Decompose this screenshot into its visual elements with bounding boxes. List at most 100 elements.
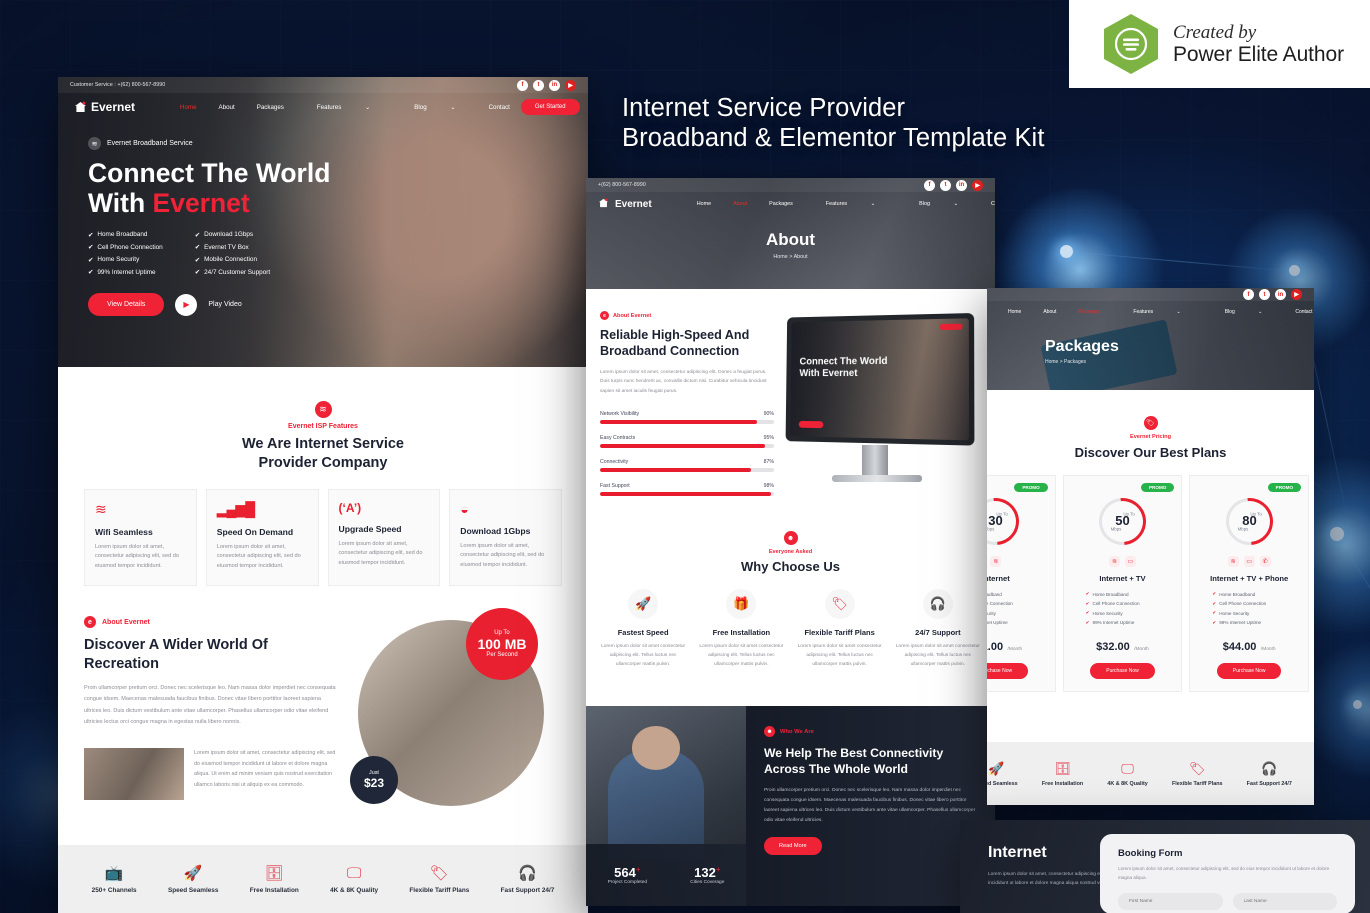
nav-item-blog[interactable]: Blog ⌄ [392,104,477,111]
nav-item-home[interactable]: Home [169,104,208,111]
home-page-screenshot[interactable]: Customer Service : +(62) 800-567-8990 f … [58,77,588,913]
main-navigation[interactable]: Evernet Home About Packages Features ⌄ B… [58,93,588,121]
booking-page-screenshot[interactable]: Internet Lorem ipsum dolor sit amet, con… [960,820,1370,913]
nav-item-blog[interactable]: Blog ⌄ [897,201,980,207]
feature-card[interactable]: ▂▄▆█ Speed On Demand Lorem ipsum dolor s… [205,488,319,587]
monitor-screen: Connect The World With Evernet [790,318,970,441]
list-item: ✔ Mobile Connection [194,256,258,264]
linkedin-icon[interactable]: in [549,79,560,91]
brand-logo[interactable]: Evernet [598,198,652,210]
booking-form-card[interactable]: Booking Form Lorem ipsum dolor sit amet,… [1100,834,1355,913]
twitter-icon[interactable]: t [533,79,544,91]
pricing-card[interactable]: PROMO Up To 50 Mbps ≋ ▭ Internet + TV ✔ H… [1062,475,1183,692]
strip-item[interactable]: 📺 250+ Channels [92,864,137,894]
utility-bar: Customer Service : +(62) 800-567-8990 f … [58,77,588,93]
strip-item[interactable]: 🏷 Flexible Tariff Plans [1172,761,1223,787]
strip-item[interactable]: 🏷 Flexible Tariff Plans [409,864,469,894]
facebook-icon[interactable]: f [1243,289,1254,300]
about-title: Discover A Wider World Of Recreation [84,636,336,673]
breadcrumb[interactable]: Home > Packages [1045,359,1314,365]
twitter-icon[interactable]: t [940,179,951,191]
feature-card-title: Speed On Demand [216,526,294,537]
nav-item-contact[interactable]: Contact [1284,309,1314,315]
breadcrumb-home[interactable]: Home [1045,359,1058,365]
utility-bar: +(62) 800-567-8990 f t in ▶ [586,178,995,192]
packages-page-screenshot[interactable]: f t in ▶ Home About Packages Features ⌄ … [987,288,1314,805]
nav-item-packages[interactable]: Packages [758,201,804,207]
facebook-icon[interactable]: f [924,179,935,191]
breadcrumb-home[interactable]: Home [773,254,787,260]
strip-item[interactable]: 🖵 4K & 8K Quality [1107,761,1147,787]
main-navigation[interactable]: Home About Packages Features ⌄ Blog ⌄ Co… [987,301,1314,323]
main-navigation[interactable]: Evernet Home About Packages Features ⌄ B… [586,192,995,216]
strip-item[interactable]: 🎧 Fast Support 24/7 [501,864,555,894]
social-links[interactable]: f t in ▶ [517,79,576,91]
youtube-icon[interactable]: ▶ [1291,289,1302,300]
booking-form-fields[interactable] [1118,892,1337,910]
why-card-title: Fastest Speed [617,628,669,637]
nav-item-blog[interactable]: Blog ⌄ [1203,309,1285,315]
cast-screen-icon: 🖵 [1121,760,1134,776]
read-more-button[interactable]: Read More [764,837,822,856]
nav-item-home[interactable]: Home [997,309,1032,315]
feature-card[interactable]: ≋ Wifi Seamless Lorem ipsum dolor sit am… [84,488,197,587]
about-title-line-2: Recreation [84,655,159,672]
strip-item[interactable]: 🎧 Fast Support 24/7 [1247,761,1292,787]
first-name-field[interactable] [1118,892,1223,910]
linkedin-icon[interactable]: in [1275,289,1286,300]
nav-item-features[interactable]: Features ⌄ [1111,309,1202,315]
nav-item-about[interactable]: About [1032,309,1067,315]
why-card[interactable]: 🚀 Fastest Speed Lorem ipsum dolor sit am… [596,589,690,669]
play-triangle-icon[interactable]: ▶ [175,293,198,316]
promo-badge: PROMO [1014,483,1048,492]
breadcrumb[interactable]: Home > About [586,254,995,260]
list-item: ✔Home Broadband [1085,591,1129,597]
hero-actions[interactable]: View Details ▶ Play Video [88,293,588,317]
speed-badge: Up To 100 MB Per Second [466,608,538,681]
youtube-icon[interactable]: ▶ [972,179,983,191]
nav-item-contact[interactable]: Contact [980,201,995,207]
linkedin-icon[interactable]: in [956,179,967,191]
pricing-card[interactable]: PROMO Up To 80 Mbps ≋ ▭ ✆ Internet + TV … [1189,475,1310,692]
twitter-icon[interactable]: t [1259,289,1270,300]
social-links[interactable]: f t in ▶ [1243,289,1302,300]
nav-item-packages[interactable]: Packages [1067,309,1111,315]
get-started-button[interactable]: Get Started [520,99,580,115]
strip-item[interactable]: 🚀 Speed Seamless [168,864,218,894]
purchase-now-button[interactable]: Purchase Now [987,662,1029,679]
strip-item[interactable]: 🚀 Speed Seamless [987,761,1018,787]
nav-item-packages[interactable]: Packages [246,104,295,111]
about-page-screenshot[interactable]: +(62) 800-567-8990 f t in ▶ Evernet Home… [586,178,995,906]
strip-item[interactable]: 🖵 4K & 8K Quality [330,865,378,894]
nav-item-features[interactable]: Features ⌄ [295,104,392,111]
last-name-field[interactable] [1232,892,1337,910]
nav-item-home[interactable]: Home [686,201,722,207]
nav-links[interactable]: Home About Packages Features ⌄ Blog ⌄ Co… [169,104,521,111]
nav-item-contact[interactable]: Contact [478,104,521,111]
brand-logo[interactable]: Evernet [74,100,135,114]
facebook-icon[interactable]: f [517,79,528,91]
feature-card[interactable]: ◒ Download 1Gbps Lorem ipsum dolor sit a… [449,488,562,587]
pricing-card[interactable]: PROMO Up To 30 Mbps ≋ Internet ✔Home Bro… [987,475,1056,692]
why-card-title: 24/7 Support [915,628,961,637]
purchase-now-button[interactable]: Purchase Now [1090,662,1155,679]
why-card[interactable]: 🎧 24/7 Support Lorem ipsum dolor sit ame… [891,589,985,669]
about-intro-section: e About Evernet Reliable High-Speed And … [586,289,995,527]
view-details-button[interactable]: View Details [88,293,165,317]
youtube-icon[interactable]: ▶ [565,79,576,91]
nav-links[interactable]: Home About Packages Features ⌄ Blog ⌄ Co… [997,309,1314,315]
evernet-e-icon: e [600,311,609,320]
strip-item[interactable]: 🗄 Free Installation [1042,761,1083,787]
nav-links[interactable]: Home About Packages Features ⌄ Blog ⌄ Co… [686,201,995,207]
banner-title: Packages [1045,338,1119,355]
nav-item-features[interactable]: Features ⌄ [804,201,897,207]
why-card[interactable]: 🎁 Free Installation Lorem ipsum dolor si… [694,589,788,669]
play-video-label[interactable]: Play Video [208,301,241,308]
social-links[interactable]: f t in ▶ [924,179,983,191]
nav-item-about[interactable]: About [208,104,246,111]
nav-item-about[interactable]: About [722,201,758,207]
why-card[interactable]: 🏷 Flexible Tariff Plans Lorem ipsum dolo… [793,589,887,669]
strip-item[interactable]: 🗄 Free Installation [250,864,299,894]
feature-card[interactable]: (‘A’) Upgrade Speed Lorem ipsum dolor si… [327,488,441,587]
purchase-now-button[interactable]: Purchase Now [1216,662,1282,679]
